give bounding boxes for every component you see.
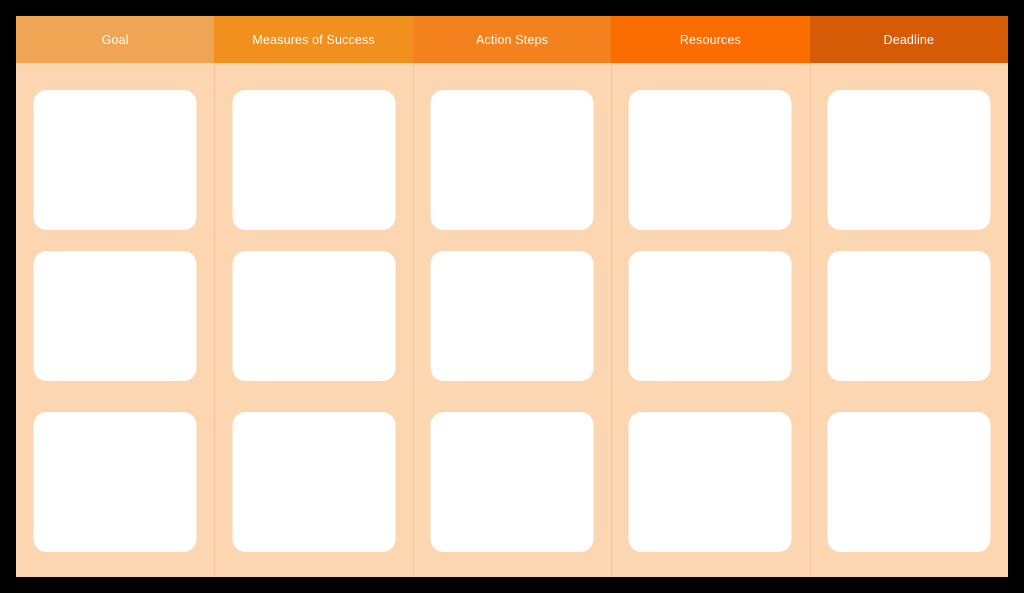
- column-header-action-steps[interactable]: Action Steps: [412, 16, 612, 63]
- column-resources: [611, 63, 809, 577]
- cell-card[interactable]: [232, 90, 396, 230]
- cell-text: [232, 412, 395, 432]
- cell-card[interactable]: [827, 412, 991, 552]
- cell-text: [34, 412, 197, 432]
- cell-card[interactable]: [33, 90, 197, 230]
- cell-card[interactable]: [33, 251, 197, 381]
- cell-text: [629, 90, 792, 110]
- cell-text: [827, 251, 990, 271]
- cell-card[interactable]: [232, 412, 396, 552]
- cell-text: [629, 251, 792, 271]
- table-header-row: Goal Measures of Success Action Steps Re…: [16, 16, 1008, 63]
- column-deadline: [809, 63, 1008, 577]
- cell-text: [232, 90, 395, 110]
- cell-card[interactable]: [628, 90, 792, 230]
- column-action-steps: [412, 63, 611, 577]
- cell-text: [34, 251, 197, 271]
- column-header-measures-of-success[interactable]: Measures of Success: [214, 16, 413, 63]
- cell-text: [827, 412, 990, 432]
- table-body-grid: [16, 63, 1008, 577]
- column-goal: [16, 63, 214, 577]
- cell-card[interactable]: [628, 251, 792, 381]
- cell-text: [629, 412, 792, 432]
- column-header-label: Goal: [101, 32, 129, 47]
- goal-planning-board: Goal Measures of Success Action Steps Re…: [16, 16, 1008, 577]
- cell-card[interactable]: [232, 251, 396, 381]
- cell-card[interactable]: [628, 412, 792, 552]
- column-header-goal[interactable]: Goal: [16, 16, 215, 63]
- cell-card[interactable]: [33, 412, 197, 552]
- column-header-label: Action Steps: [476, 32, 548, 47]
- column-header-label: Resources: [679, 32, 741, 47]
- cell-text: [34, 90, 197, 110]
- column-header-resources[interactable]: Resources: [611, 16, 810, 63]
- cell-text: [431, 412, 594, 432]
- cell-text: [431, 251, 594, 271]
- column-header-label: Measures of Success: [252, 32, 375, 47]
- canvas-frame: Goal Measures of Success Action Steps Re…: [0, 0, 1024, 593]
- column-header-deadline[interactable]: Deadline: [809, 16, 1008, 63]
- cell-card[interactable]: [827, 251, 991, 381]
- cell-card[interactable]: [430, 90, 594, 230]
- column-header-label: Deadline: [883, 32, 935, 47]
- column-measures-of-success: [214, 63, 412, 577]
- cell-text: [827, 90, 990, 110]
- cell-text: [431, 90, 594, 110]
- cell-text: [232, 251, 395, 271]
- cell-card[interactable]: [827, 90, 991, 230]
- cell-card[interactable]: [430, 412, 594, 552]
- cell-card[interactable]: [430, 251, 594, 381]
